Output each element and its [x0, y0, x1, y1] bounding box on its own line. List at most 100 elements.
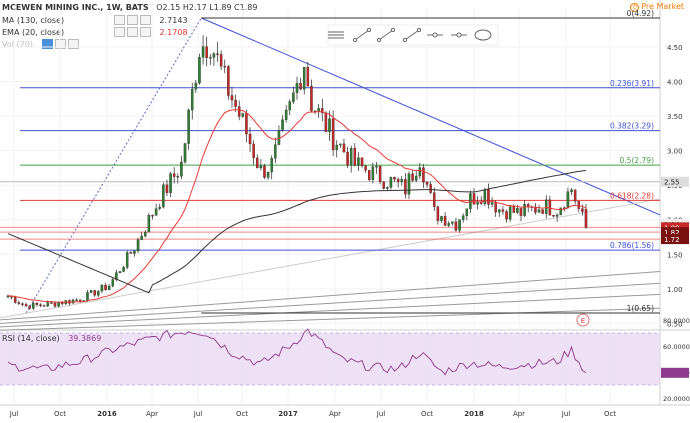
ema-line[interactable]	[7, 109, 587, 303]
candle-body	[97, 290, 100, 296]
price-axis-label: 1.50	[667, 251, 683, 259]
candle-body	[584, 209, 588, 228]
candle-body	[129, 252, 133, 254]
candle-body	[382, 181, 385, 189]
gray-trend-line[interactable]	[0, 307, 661, 331]
candle-body	[519, 207, 523, 216]
candle-body	[234, 99, 237, 107]
candle-body	[411, 173, 414, 181]
candle-body	[183, 143, 187, 163]
price-axis-label: 3.50	[667, 113, 683, 121]
candle-body	[581, 208, 584, 212]
candle-body	[86, 292, 89, 301]
candle-body	[154, 208, 158, 216]
candle-body	[494, 202, 497, 213]
candle-body	[440, 216, 443, 221]
candle-body	[443, 216, 447, 226]
candle-body	[422, 167, 425, 183]
fib-level-label: 0.382(3.29)	[610, 122, 654, 131]
candle-body	[133, 250, 136, 254]
time-axis-label: 2018	[464, 410, 484, 418]
candle-body	[241, 113, 245, 117]
candle-body	[212, 53, 216, 58]
fib-level-label: 1(0.65)	[627, 304, 654, 313]
chart-window: MCEWEN MINING INC., 1W, BATS O2.15 H2.17…	[0, 0, 690, 423]
time-axis-label: 2016	[97, 410, 117, 418]
candle-body	[256, 157, 259, 169]
candle-body	[331, 118, 335, 151]
candle-body	[541, 209, 544, 214]
gray-trend-line[interactable]	[0, 293, 661, 328]
price-chart[interactable]: 0(4.92) 0.236(3.91) 0.382(3.29) 0.5(2.79) 0.…	[0, 0, 690, 423]
fib-level-label: 0.236(3.91)	[610, 79, 654, 88]
candle-body	[263, 165, 266, 178]
price-badge-label: 2.55	[664, 179, 680, 187]
candle-body	[310, 86, 313, 112]
candle-body	[324, 112, 328, 132]
candle-body	[357, 157, 360, 166]
price-axis-label: 4.00	[667, 79, 683, 87]
candle-body	[400, 179, 404, 183]
candle-body	[237, 106, 241, 117]
candle-body	[407, 173, 411, 195]
price-axis-label: 1.00	[667, 286, 683, 294]
fib-level-label: 0.618(2.28)	[610, 191, 654, 200]
candle-body	[505, 211, 508, 220]
earnings-marker[interactable]: E	[576, 313, 590, 327]
candle-body	[13, 297, 17, 303]
candle-body	[187, 109, 190, 144]
candle-body	[281, 119, 284, 131]
candle-body	[194, 82, 198, 90]
candle-body	[17, 302, 21, 304]
candle-body	[75, 299, 78, 302]
candle-body	[39, 304, 42, 306]
candle-body	[577, 201, 581, 209]
price-axis-label: 3.00	[667, 148, 683, 156]
candle-body	[552, 215, 555, 217]
candle-body	[180, 161, 183, 177]
candle-body	[436, 206, 440, 221]
candle-body	[523, 203, 526, 216]
candle-body	[209, 57, 212, 59]
candle-body	[125, 252, 129, 268]
candle-body	[389, 177, 393, 188]
candle-body	[248, 133, 252, 145]
candle-body	[259, 165, 263, 169]
time-axis-label: Oct	[54, 410, 66, 418]
candle-body	[414, 175, 418, 181]
price-axis-label: 4.50	[667, 44, 683, 52]
gray-trend-line[interactable]	[0, 198, 661, 319]
candle-body	[227, 66, 230, 96]
candle-body	[288, 101, 292, 111]
candle-body	[360, 157, 364, 167]
fib-level-label: 0.5(2.79)	[620, 156, 655, 165]
candle-body	[230, 95, 234, 101]
candle-body	[144, 231, 147, 237]
candle-body	[429, 184, 432, 193]
candle-body	[118, 271, 122, 273]
candle-body	[35, 302, 39, 305]
candle-body	[245, 113, 248, 135]
candle-body	[205, 46, 208, 59]
candle-body	[537, 209, 541, 213]
candle-body	[342, 143, 346, 153]
rsi-header[interactable]: RSI (14, close) 39.3869	[2, 334, 101, 343]
candle-body	[458, 219, 461, 231]
candle-body	[487, 189, 490, 205]
ma-line[interactable]	[7, 169, 587, 294]
candle-body	[451, 221, 454, 224]
candle-body	[317, 108, 320, 112]
rsi-value: 39.3869	[68, 334, 102, 343]
candle-body	[302, 66, 306, 90]
candle-body	[573, 189, 577, 202]
candle-body	[461, 215, 465, 220]
candle-body	[28, 305, 31, 309]
candle-body	[501, 209, 505, 212]
rsi-axis-label: 20.0000	[663, 395, 690, 403]
candle-body	[454, 221, 458, 231]
candle-body	[111, 279, 115, 287]
candle-body	[375, 165, 378, 168]
candle-body	[252, 143, 255, 159]
candle-body	[378, 165, 382, 182]
candle-body	[198, 57, 201, 84]
